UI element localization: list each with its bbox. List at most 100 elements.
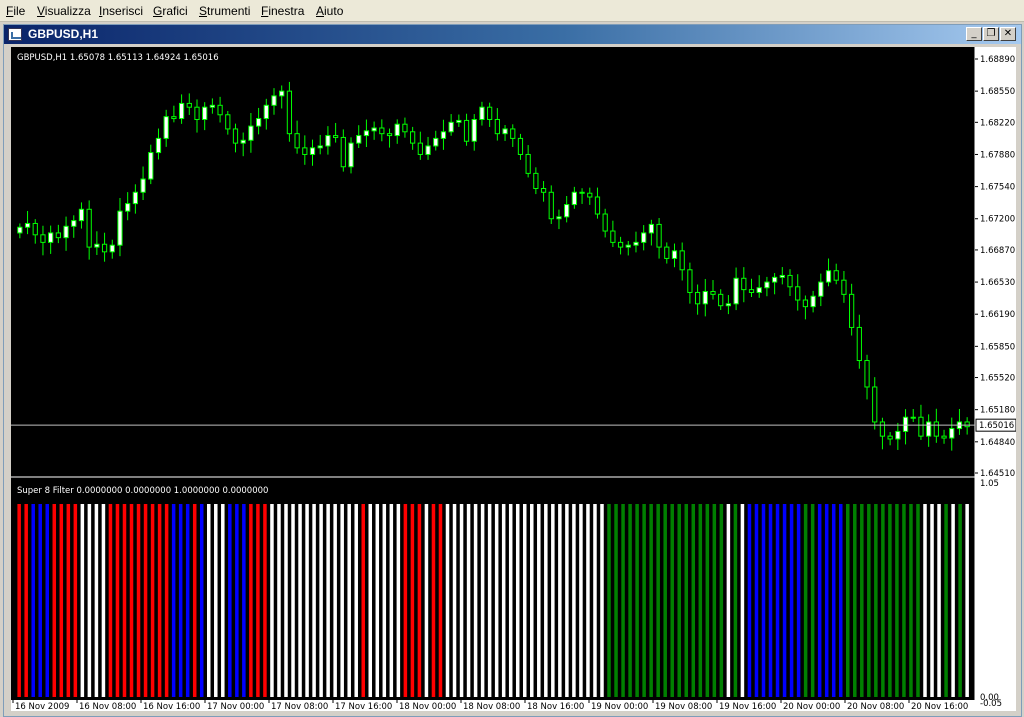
candle-body [271, 95, 277, 106]
time-tick-label: 20 Nov 08:00 [847, 702, 904, 711]
candle-body [687, 269, 693, 293]
candle-body [918, 416, 924, 437]
candle-body [787, 274, 793, 288]
price-tick-label: 1.67200 [980, 215, 1015, 225]
indicator-bar [207, 504, 211, 697]
candle-body [910, 416, 916, 419]
candle-body [186, 102, 192, 108]
indicator-bar [944, 504, 948, 697]
chart-window-titlebar[interactable]: GBPUSD,H1 _ ❐ ✕ [4, 25, 1021, 44]
candle-body [309, 147, 316, 155]
candle-body [825, 270, 832, 283]
candle-body [540, 187, 547, 193]
time-tick-label: 16 Nov 2009 [15, 702, 69, 711]
time-tick-label: 18 Nov 16:00 [527, 702, 584, 711]
price-tick-label: 1.68550 [980, 87, 1015, 97]
candle-body [949, 428, 955, 439]
indicator-bar [593, 504, 597, 697]
indicator-bar [544, 504, 548, 697]
indicator-bar [228, 504, 232, 697]
candle-body [864, 360, 870, 388]
price-tick-label: 1.66870 [980, 246, 1015, 256]
indicator-bar [382, 504, 387, 697]
indicator-bar [66, 504, 71, 697]
indicator-bar [628, 504, 632, 697]
indicator-bar [242, 504, 246, 697]
indicator-bar [558, 504, 562, 697]
candle-body [502, 128, 508, 135]
candle-body [433, 137, 439, 147]
indicator-bar [312, 504, 316, 697]
indicator-bar [108, 504, 113, 697]
indicator-bar [740, 504, 745, 697]
indicator-bar [642, 504, 646, 697]
menu-item-visualizza[interactable]: Visualizza [37, 4, 91, 18]
indicator-bar [480, 504, 485, 697]
chart-canvas[interactable]: 1.68890 1.68550 1.68220 1.67880 1.67540 1.672… [11, 47, 1016, 711]
candle-body [702, 291, 708, 305]
minimize-button[interactable]: _ [966, 27, 982, 41]
price-tick-label: 1.66530 [980, 278, 1015, 288]
indicator-bar [389, 504, 394, 697]
candle-body [933, 421, 939, 437]
candle-body [17, 226, 23, 234]
indicator-bar [838, 504, 843, 697]
indicator-bar [916, 504, 920, 697]
indicator-bar [178, 504, 183, 697]
candle-body [802, 299, 809, 308]
price-chart[interactable]: 1.68890 1.68550 1.68220 1.67880 1.67540 1.672… [11, 47, 1016, 711]
indicator-bar [466, 504, 471, 697]
menu-bar: File Visualizza Inserisci Grafici Strumenti F… [0, 0, 1024, 22]
candle-body [741, 277, 747, 291]
menu-item-strumenti[interactable]: Strumenti [199, 4, 250, 18]
candle-body [664, 246, 670, 259]
indicator-bar [853, 504, 857, 697]
menu-item-mnemonic: A [316, 4, 325, 18]
restore-button[interactable]: ❐ [983, 27, 999, 41]
indicator-bar [80, 504, 85, 697]
indicator-bar [17, 504, 21, 697]
indicator-bar [761, 504, 766, 697]
time-tick-label: 17 Nov 08:00 [271, 702, 328, 711]
menu-item-file[interactable]: File [6, 4, 25, 18]
price-tick-label: 1.67880 [980, 150, 1015, 160]
menu-item-label: rafici [162, 4, 188, 18]
indicator-bar [572, 504, 576, 697]
indicator-bar [831, 504, 836, 697]
indicator-bar [754, 504, 759, 697]
indicator-bar [810, 504, 815, 697]
indicator-bar [263, 504, 267, 697]
menu-item-mnemonic: V [37, 4, 45, 18]
candle-body [594, 196, 601, 215]
indicator-bar [656, 504, 660, 697]
candle-body [48, 232, 54, 243]
menu-item-label: iuto [324, 4, 344, 18]
indicator-bar [129, 504, 134, 697]
indicator-label: Super 8 Filter 0.0000000 0.0000000 1.000… [17, 486, 268, 496]
candle-body [317, 145, 323, 149]
menu-item-label: trumenti [207, 4, 251, 18]
indicator-bar [782, 504, 787, 697]
price-tick-label: 1.65850 [980, 342, 1015, 352]
indicator-bar [256, 504, 260, 697]
menu-item-mnemonic: S [199, 4, 208, 18]
price-tick-label: 1.65180 [980, 406, 1015, 416]
indicator-bar [459, 504, 464, 697]
menu-item-aiuto[interactable]: Aiuto [316, 4, 343, 18]
candle-body [625, 244, 631, 248]
close-button[interactable]: ✕ [1000, 27, 1016, 41]
indicator-bar [94, 504, 99, 697]
indicator-bar [375, 504, 380, 697]
candle-body [202, 106, 208, 120]
indicator-bar [579, 504, 583, 697]
menu-item-finestra[interactable]: Finestra [261, 4, 304, 18]
indicator-bar [733, 504, 738, 697]
menu-item-grafici[interactable]: Grafici [153, 4, 188, 18]
indicator-bar [347, 504, 351, 697]
time-tick-label: 17 Nov 16:00 [335, 702, 392, 711]
indicator-bar [221, 504, 225, 697]
indicator-bar [143, 504, 148, 697]
menu-item-inserisci[interactable]: Inserisci [99, 4, 143, 18]
chart-window: GBPUSD,H1 _ ❐ ✕ 1.68890 1.68550 1.68220 1.6… [3, 24, 1022, 717]
indicator-bar [705, 504, 710, 697]
